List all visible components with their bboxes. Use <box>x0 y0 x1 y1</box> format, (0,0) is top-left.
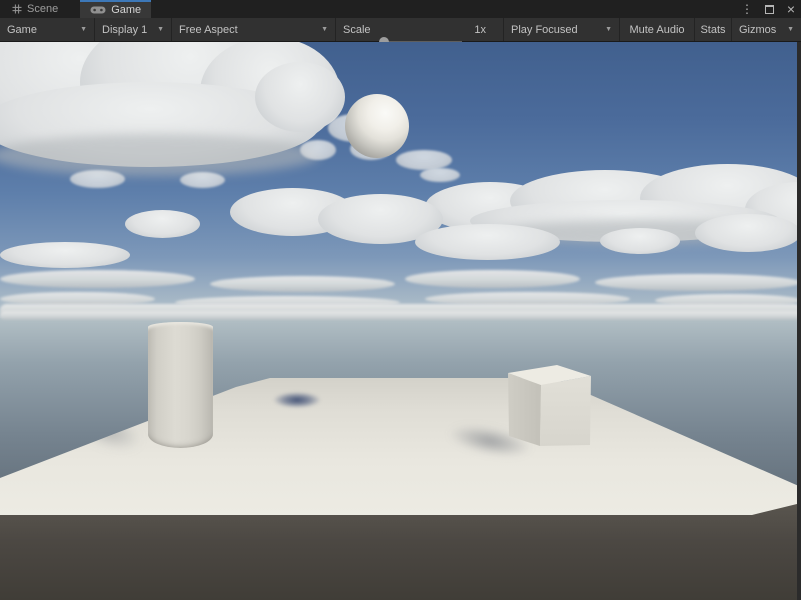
view-tab-bar: Scene Game ⋮ × <box>0 0 801 18</box>
cloud <box>210 276 395 292</box>
play-focused-dropdown[interactable]: Play Focused▼ <box>504 18 620 41</box>
cloud-shadow <box>0 134 320 176</box>
tab-game-label: Game <box>111 4 141 16</box>
tab-scene-label: Scene <box>27 3 58 15</box>
display-dropdown[interactable]: Display 1▼ <box>95 18 172 41</box>
maximize-icon[interactable] <box>763 2 775 16</box>
mute-audio-button[interactable]: Mute Audio <box>620 18 695 41</box>
cloud <box>0 270 195 288</box>
gamepad-icon <box>90 5 106 15</box>
close-icon[interactable]: × <box>785 2 797 16</box>
cloud <box>600 228 680 254</box>
sphere-shadow <box>273 392 321 408</box>
scale-section: Scale 1x <box>336 18 504 41</box>
unity-editor-window: Scene Game ⋮ × Game▼ Display 1▼ Free Asp… <box>0 0 801 600</box>
cloud <box>0 242 130 268</box>
tab-game[interactable]: Game <box>80 0 151 18</box>
cloud <box>695 214 801 252</box>
cloud <box>125 210 200 238</box>
game-view-toolbar: Game▼ Display 1▼ Free Aspect▼ Scale 1x P… <box>0 18 801 42</box>
cylinder-object <box>148 322 213 448</box>
window-controls: ⋮ × <box>741 0 797 18</box>
cloud <box>415 224 560 260</box>
sphere-object <box>345 94 409 158</box>
tab-scene[interactable]: Scene <box>2 0 68 18</box>
cloud <box>180 172 225 188</box>
chevron-down-icon: ▼ <box>605 26 612 33</box>
cloud <box>595 274 801 291</box>
game-view-mode-dropdown[interactable]: Game▼ <box>0 18 95 41</box>
grid-icon <box>12 4 22 14</box>
viewport-right-edge <box>797 42 801 600</box>
cloud <box>300 140 336 160</box>
scale-value: 1x <box>474 24 486 36</box>
scale-label: Scale <box>343 24 371 36</box>
cube-object <box>500 362 595 454</box>
aspect-ratio-dropdown[interactable]: Free Aspect▼ <box>172 18 336 41</box>
chevron-down-icon: ▼ <box>321 26 328 33</box>
chevron-down-icon: ▼ <box>787 26 794 33</box>
cloud <box>405 270 580 288</box>
platform-front <box>0 502 801 600</box>
cloud <box>420 168 460 182</box>
chevron-down-icon: ▼ <box>80 26 87 33</box>
cloud <box>70 170 125 188</box>
stats-button[interactable]: Stats <box>695 18 732 41</box>
cloud <box>396 150 452 170</box>
game-viewport[interactable] <box>0 42 801 600</box>
cloud <box>0 311 801 320</box>
chevron-down-icon: ▼ <box>157 26 164 33</box>
gizmos-dropdown[interactable]: Gizmos▼ <box>732 18 801 41</box>
menu-dots-icon[interactable]: ⋮ <box>741 2 753 16</box>
